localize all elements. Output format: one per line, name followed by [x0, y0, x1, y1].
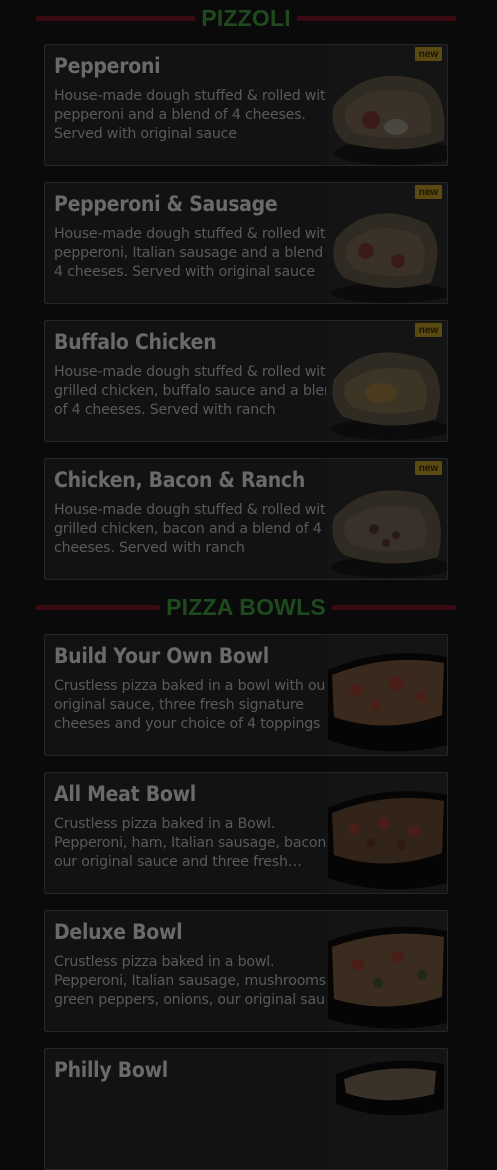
- menu-item-photo: new: [326, 183, 447, 303]
- new-badge: new: [415, 461, 442, 475]
- header-divider-left: [36, 15, 196, 21]
- menu-item-name: Buffalo Chicken: [54, 330, 217, 354]
- menu-item-card-all-meat-bowl[interactable]: All Meat Bowl Crustless pizza baked in a…: [44, 772, 448, 894]
- menu-item-card-pepperoni-sausage[interactable]: Pepperoni & Sausage House-made dough stu…: [44, 182, 448, 304]
- menu-item-description: Crustless pizza baked in a bowl. Peppero…: [54, 954, 341, 1008]
- new-badge: new: [415, 323, 442, 337]
- section-title-pizzoli: PIZZOLI: [201, 4, 291, 31]
- menu-item-description: House-made dough stuffed & rolled with g…: [54, 364, 342, 418]
- menu-item-name: Deluxe Bowl: [54, 920, 183, 944]
- menu-item-name: Chicken, Bacon & Ranch: [54, 468, 306, 492]
- menu-item-card-deluxe-bowl[interactable]: Deluxe Bowl Crustless pizza baked in a b…: [44, 910, 448, 1032]
- menu-item-name: All Meat Bowl: [54, 782, 196, 806]
- menu-item-card-chicken-bacon-ranch[interactable]: Chicken, Bacon & Ranch House-made dough …: [44, 458, 448, 580]
- new-badge: new: [415, 185, 442, 199]
- header-divider-left: [36, 604, 161, 610]
- menu-item-name: Pepperoni & Sausage: [54, 192, 278, 216]
- section-header-pizza-bowls: PIZZA BOWLS: [36, 593, 456, 621]
- menu-item-name: Pepperoni: [54, 54, 161, 78]
- menu-item-description: Crustless pizza baked in a bowl with our…: [54, 678, 331, 732]
- section-header-pizzoli: PIZZOLI: [36, 4, 456, 32]
- menu-item-card-philly-bowl[interactable]: Philly Bowl: [44, 1048, 448, 1170]
- menu-item-photo: new: [326, 321, 447, 441]
- new-badge: new: [415, 47, 442, 61]
- menu-item-description: House-made dough stuffed & rolled with p…: [54, 88, 335, 142]
- menu-item-name: Philly Bowl: [54, 1058, 169, 1082]
- menu-item-photo: new: [326, 45, 447, 165]
- menu-item-card-build-your-own-bowl[interactable]: Build Your Own Bowl Crustless pizza bake…: [44, 634, 448, 756]
- menu-item-description: Crustless pizza baked in a Bowl. Peppero…: [54, 816, 331, 870]
- menu-item-card-pepperoni[interactable]: Pepperoni House-made dough stuffed & rol…: [44, 44, 448, 166]
- menu-item-description: House-made dough stuffed & rolled with g…: [54, 502, 335, 556]
- menu-item-name: Build Your Own Bowl: [54, 644, 269, 668]
- header-divider-right: [296, 15, 456, 21]
- menu-item-photo: [326, 635, 447, 755]
- section-title-pizza-bowls: PIZZA BOWLS: [166, 593, 326, 620]
- menu-item-photo: [326, 773, 447, 893]
- header-divider-right: [331, 604, 456, 610]
- menu-item-photo: [326, 911, 447, 1031]
- menu-item-photo: new: [326, 459, 447, 579]
- menu-item-photo: [326, 1049, 447, 1169]
- menu-item-description: House-made dough stuffed & rolled with p…: [54, 226, 341, 280]
- menu-item-card-buffalo-chicken[interactable]: Buffalo Chicken House-made dough stuffed…: [44, 320, 448, 442]
